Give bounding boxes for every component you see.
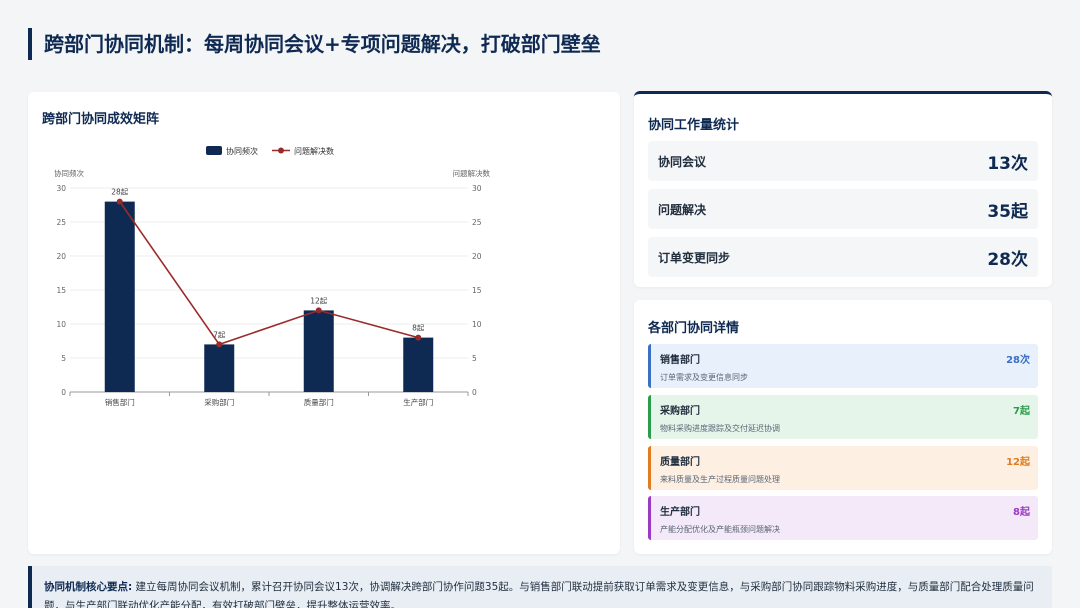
bar (303, 310, 334, 392)
y-tick-label: 0 (61, 388, 66, 397)
dept-row-production: 生产部门 8起 产能分配优化及产能瓶颈问题解决 (648, 496, 1038, 540)
collaboration-chart: 协同频次 问题解决数 协同频次 问题解决数0 05 510 1015 1520 2025 253… (54, 146, 491, 407)
y2-tick-label: 15 (472, 286, 482, 295)
x-tick-label: 销售部门 (105, 397, 135, 407)
y-tick-label: 15 (56, 286, 66, 295)
x-tick-label: 生产部门 (403, 397, 433, 407)
y2-tick-label: 25 (472, 218, 482, 227)
data-label: 28起 (111, 188, 129, 197)
data-label: 8起 (412, 324, 425, 333)
stat-row-meetings: 协同会议 13次 (648, 141, 1038, 181)
dept-row-quality: 质量部门 12起 来料质量及生产过程质量问题处理 (648, 446, 1038, 490)
y2-tick-label: 20 (472, 252, 482, 261)
bar (204, 344, 235, 392)
stats-title: 协同工作量统计 (648, 118, 740, 133)
stat-row-issues: 问题解决 35起 (648, 189, 1038, 229)
summary-label: 协同机制核心要点: (44, 581, 133, 593)
legend-line-label: 问题解决数 (294, 146, 334, 156)
y-axis-title: 协同频次 (54, 168, 84, 178)
dept-count: 12起 (1006, 457, 1030, 468)
legend-bar-swatch (206, 146, 222, 155)
dept-desc: 物料采购进度跟踪及交付延迟协调 (660, 424, 780, 433)
dept-desc: 来料质量及生产过程质量问题处理 (660, 475, 780, 484)
page-title: 跨部门协同机制：每周协同会议+专项问题解决，打破部门壁垒 (28, 28, 601, 60)
dept-desc: 产能分配优化及产能瓶颈问题解决 (660, 525, 780, 534)
dept-count: 28次 (1006, 355, 1030, 366)
dept-count: 7起 (1013, 406, 1030, 417)
y2-axis-title: 问题解决数 (453, 168, 491, 178)
dept-name: 采购部门 (660, 406, 700, 417)
x-tick-label: 采购部门 (204, 397, 234, 407)
y2-tick-label: 5 (472, 354, 477, 363)
dept-row-sales: 销售部门 28次 订单需求及变更信息同步 (648, 344, 1038, 388)
y-tick-label: 10 (56, 320, 66, 329)
stats-card: 协同工作量统计 协同会议 13次 问题解决 35起 订单变更同步 28次 (634, 91, 1052, 287)
line-series (119, 201, 419, 346)
stat-label: 协同会议 (658, 154, 707, 169)
dept-name: 生产部门 (660, 507, 700, 518)
y-tick-label: 20 (56, 252, 66, 261)
stat-value: 13次 (987, 153, 1028, 174)
dept-name: 质量部门 (660, 457, 700, 468)
x-tick-label: 质量部门 (304, 397, 334, 407)
bar (403, 337, 434, 392)
chart-card: 跨部门协同成效矩阵 协同频次 问题解决数 协同频次 问题解决数 0 0 5 5 10 10 15 1… (28, 92, 620, 554)
line-point (315, 307, 322, 314)
y2-tick-label: 0 (472, 388, 477, 397)
line-point (216, 341, 223, 348)
line-point (116, 198, 123, 205)
y-tick-label: 30 (56, 184, 66, 193)
legend-bar-label: 协同频次 (226, 146, 258, 156)
dept-count: 8起 (1013, 507, 1030, 518)
stat-value: 28次 (987, 249, 1028, 270)
y2-tick-label: 30 (472, 184, 482, 193)
stat-value: 35起 (987, 201, 1028, 222)
dept-row-purchasing: 采购部门 7起 物料采购进度跟踪及交付延迟协调 (648, 395, 1038, 439)
bar (104, 201, 135, 392)
data-label: 7起 (213, 330, 226, 339)
stat-row-order-sync: 订单变更同步 28次 (648, 237, 1038, 277)
line-point (415, 334, 422, 341)
stat-label: 订单变更同步 (658, 250, 731, 265)
summary-box: 协同机制核心要点: 建立每周协同会议机制，累计召开协同会议13次，协调解决跨部门… (28, 566, 1052, 608)
y2-tick-label: 10 (472, 320, 482, 329)
y-tick-label: 5 (61, 354, 66, 363)
dept-name: 销售部门 (660, 355, 700, 366)
stat-label: 问题解决 (658, 202, 707, 217)
dept-detail-card: 各部门协同详情 销售部门 28次 订单需求及变更信息同步 采购部门 7起 物料采… (634, 300, 1052, 554)
summary-text: 建立每周协同会议机制，累计召开协同会议13次，协调解决跨部门协作问题35起。与销… (44, 581, 1034, 608)
legend-line-marker (278, 147, 284, 154)
data-label: 12起 (310, 296, 328, 305)
dept-desc: 订单需求及变更信息同步 (660, 373, 748, 382)
y-tick-label: 25 (56, 218, 66, 227)
detail-title: 各部门协同详情 (648, 321, 740, 336)
